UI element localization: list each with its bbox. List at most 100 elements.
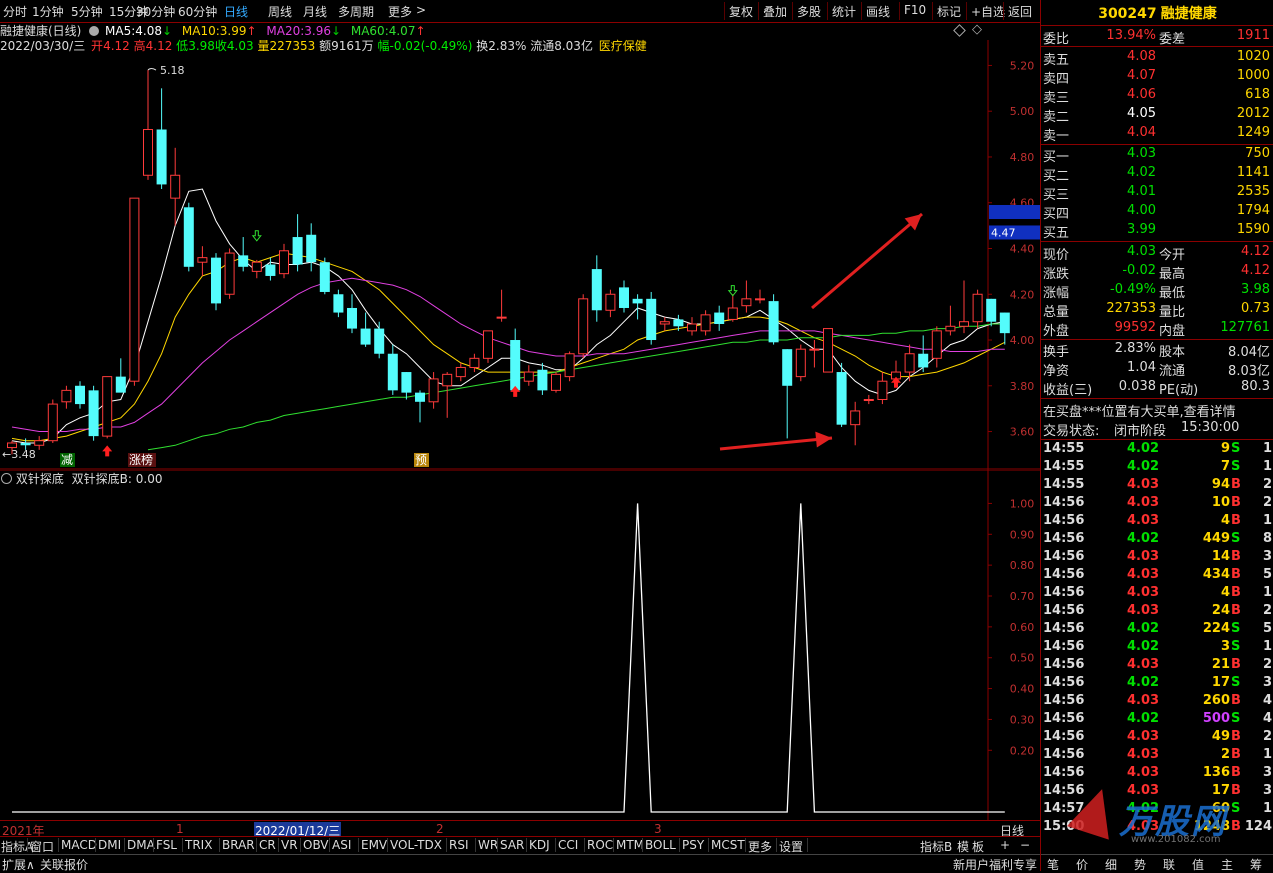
indicator-tab-6[interactable]: TRIX [185, 838, 212, 852]
candle[interactable] [347, 294, 357, 334]
indicator-right-tab-1[interactable]: 模 [957, 838, 969, 855]
candle[interactable] [319, 257, 330, 295]
candle[interactable] [279, 243, 289, 279]
candle[interactable] [605, 289, 616, 318]
period-tab-1[interactable]: 1分钟 [32, 3, 64, 20]
candle[interactable] [306, 223, 317, 272]
candle[interactable] [918, 335, 929, 373]
candle[interactable] [183, 202, 194, 272]
candle[interactable] [741, 280, 752, 313]
candle[interactable] [143, 70, 153, 180]
candle[interactable] [360, 312, 371, 347]
candle[interactable] [972, 289, 983, 329]
period-tab-4[interactable]: 30分钟 [136, 3, 175, 20]
candle[interactable] [659, 317, 670, 331]
candle[interactable] [224, 248, 235, 299]
indicator-tab-10[interactable]: OBV [303, 838, 329, 852]
toolbar-button-5[interactable]: F10 [904, 3, 926, 17]
period-tab-10[interactable]: 更多 [388, 3, 412, 20]
toolbar-button-3[interactable]: 统计 [832, 3, 856, 20]
candle[interactable] [156, 88, 167, 189]
settings-icon[interactable] [89, 26, 100, 36]
period-tab-2[interactable]: 5分钟 [71, 3, 103, 20]
indicator-tab-24[interactable]: 更多 [748, 838, 772, 855]
zoom-in-button[interactable]: + [1000, 838, 1010, 852]
indicator-tab-17[interactable]: KDJ [529, 838, 550, 852]
related-quote-button[interactable]: 关联报价 [40, 856, 88, 873]
candle[interactable] [999, 312, 1010, 345]
candle[interactable] [687, 317, 697, 336]
candle[interactable] [211, 253, 221, 311]
panel-tab-0[interactable]: 笔 [1047, 856, 1059, 873]
mark-reduce[interactable]: 减 [61, 453, 73, 467]
toolbar-button-7[interactable]: +自选 [971, 3, 1005, 20]
indicator-tab-18[interactable]: CCI [558, 838, 578, 852]
candle[interactable] [551, 372, 561, 393]
candle[interactable] [564, 351, 575, 382]
candle[interactable] [265, 257, 276, 281]
diamond-icon[interactable] [953, 24, 966, 37]
mark-limit-list[interactable]: 涨榜 [129, 452, 153, 467]
period-tab-0[interactable]: 分时 [3, 3, 27, 20]
period-tab-7[interactable]: 周线 [268, 3, 292, 20]
candle[interactable] [102, 376, 113, 439]
candle[interactable] [47, 399, 58, 443]
candle[interactable] [714, 305, 725, 331]
candle[interactable] [442, 372, 453, 418]
candle[interactable] [823, 328, 833, 373]
candle[interactable] [850, 401, 861, 446]
indicator-tab-13[interactable]: VOL-TDX [390, 838, 442, 852]
expand-button[interactable]: 扩展∧ [2, 856, 35, 873]
indicator-tab-0[interactable]: 指标A [1, 838, 33, 855]
toolbar-button-8[interactable]: 返回 [1008, 3, 1032, 20]
candle[interactable] [578, 294, 589, 359]
toolbar-button-0[interactable]: 复权 [729, 3, 753, 20]
candle[interactable] [387, 344, 398, 395]
indicator-tab-2[interactable]: MACD [61, 838, 97, 852]
candle[interactable] [809, 340, 820, 368]
indicator-tab-4[interactable]: DMA [127, 838, 155, 852]
indicator-tab-22[interactable]: PSY [682, 838, 704, 852]
indicator-tab-21[interactable]: BOLL [645, 838, 676, 852]
candle[interactable] [632, 294, 643, 320]
candle[interactable] [496, 289, 507, 322]
new-user-promo-link[interactable]: 新用户福利专享 [953, 856, 1037, 873]
close-icon[interactable]: ◇ [972, 22, 982, 37]
candle[interactable] [945, 305, 956, 336]
candle[interactable] [88, 385, 99, 441]
candle[interactable] [401, 372, 412, 400]
zoom-out-button[interactable]: − [1020, 838, 1030, 852]
indicator-tab-20[interactable]: MTM [616, 838, 644, 852]
candle[interactable] [537, 362, 548, 395]
indicator-tab-12[interactable]: EMV [361, 838, 387, 852]
big-order-notice[interactable]: 在买盘***位置有大买单,查看详情 [1041, 401, 1273, 420]
kline-chart[interactable]: 3.603.804.004.204.404.604.805.005.205.18… [0, 40, 1040, 470]
indicator-tab-3[interactable]: DMI [98, 838, 121, 852]
candle[interactable] [959, 280, 969, 334]
mark-forecast[interactable]: 预 [415, 453, 427, 467]
candle[interactable] [700, 310, 711, 336]
candle[interactable] [455, 362, 466, 382]
panel-tab-4[interactable]: 联 [1163, 856, 1175, 873]
candle[interactable] [292, 214, 303, 272]
candle[interactable] [877, 372, 888, 405]
period-tab-9[interactable]: 多周期 [338, 3, 374, 20]
panel-tab-3[interactable]: 势 [1134, 856, 1146, 873]
indicator-tab-23[interactable]: MCST [711, 838, 745, 852]
candle[interactable] [197, 246, 208, 276]
candle[interactable] [115, 358, 126, 393]
indicator-right-tab-0[interactable]: 指标B [920, 838, 952, 855]
period-tab-5[interactable]: 60分钟 [178, 3, 217, 20]
panel-tab-1[interactable]: 价 [1076, 856, 1088, 873]
indicator-tab-11[interactable]: ASI [332, 838, 351, 852]
candle[interactable] [251, 259, 262, 279]
toolbar-button-4[interactable]: 画线 [866, 3, 890, 20]
candle[interactable] [755, 289, 765, 304]
candle[interactable] [129, 197, 140, 386]
candle[interactable] [523, 365, 534, 386]
candle[interactable] [483, 330, 493, 363]
candle[interactable] [75, 381, 85, 409]
candle[interactable] [768, 294, 779, 345]
candle[interactable] [727, 294, 738, 322]
indicator-tab-9[interactable]: VR [281, 838, 298, 852]
